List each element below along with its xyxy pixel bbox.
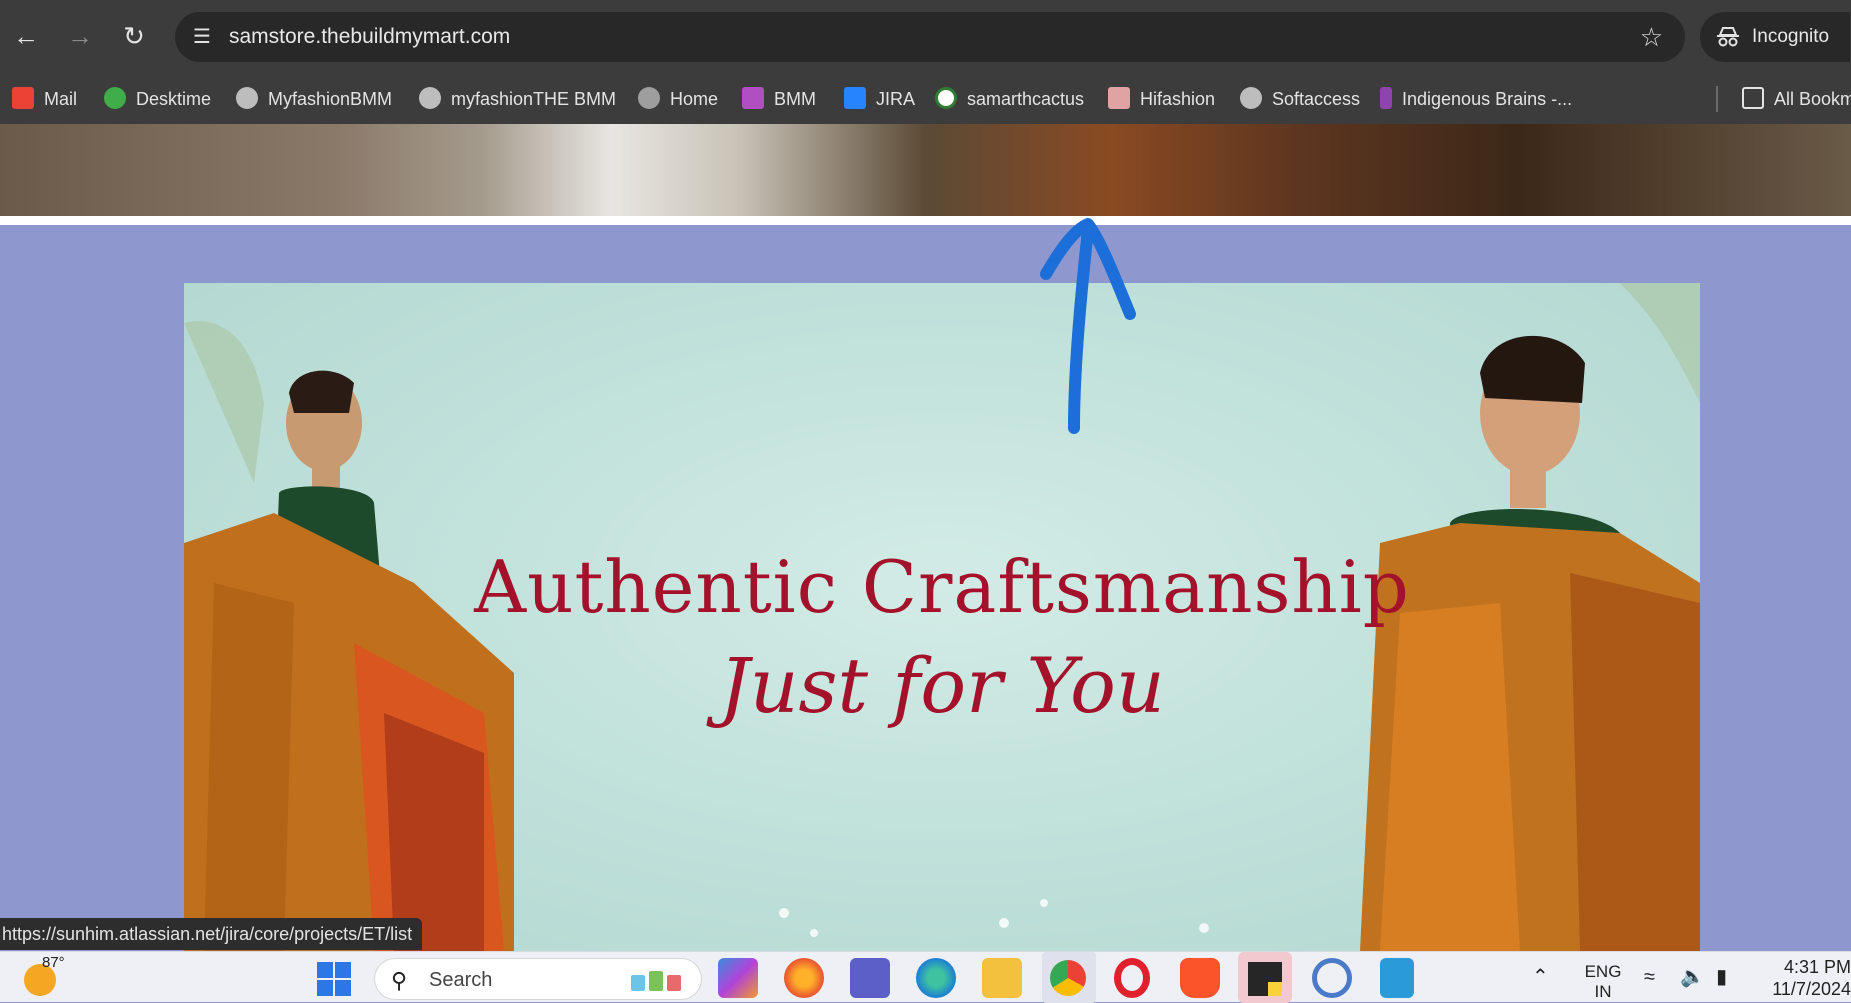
bookmark-myfashion-the-bmm[interactable]: myfashionTHE BMM bbox=[419, 76, 616, 122]
sticky-notes-taskbar-button[interactable] bbox=[1238, 952, 1292, 1003]
annotation-arrow-icon bbox=[1040, 218, 1136, 434]
globe-icon bbox=[236, 87, 258, 110]
bookmark-mail[interactable]: Mail bbox=[12, 76, 77, 122]
firefox-icon[interactable] bbox=[784, 958, 824, 998]
copilot-icon[interactable] bbox=[718, 958, 758, 998]
hifashion-icon bbox=[1108, 87, 1130, 110]
weather-temp[interactable]: 87° bbox=[42, 954, 65, 971]
bookmark-indigenous-brains[interactable]: Indigenous Brains -... bbox=[1380, 76, 1572, 122]
edge-icon[interactable] bbox=[916, 958, 956, 998]
incognito-badge[interactable]: Incognito bbox=[1700, 12, 1850, 62]
bookmark-samarthcactus[interactable]: samarthcactus bbox=[935, 76, 1084, 122]
browser-chrome: ← → ↻ ☰ samstore.thebuildmymart.com ☆ In… bbox=[0, 0, 1851, 124]
banner-flowers-decoration bbox=[779, 899, 1209, 937]
chrome-taskbar-button[interactable] bbox=[1042, 952, 1096, 1003]
hero-image-strip bbox=[0, 124, 1851, 216]
cactus-icon bbox=[935, 87, 957, 110]
search-highlight-icon bbox=[627, 967, 687, 993]
craftsmanship-banner[interactable]: Authentic Craftsmanship Just for You bbox=[184, 283, 1700, 951]
taskbar: 87° ⚲ Search ⌃ ENG IN ≈ 🔈 ▮ 4:31 PM 11/7… bbox=[0, 951, 1851, 1003]
windows-start-icon[interactable] bbox=[316, 961, 352, 997]
volume-icon[interactable]: 🔈 bbox=[1680, 952, 1705, 1003]
folder-icon bbox=[1742, 87, 1764, 110]
site-settings-icon[interactable]: ☰ bbox=[189, 24, 215, 50]
language-indicator[interactable]: ENG IN bbox=[1580, 962, 1626, 1002]
show-hidden-icons-icon[interactable]: ⌃ bbox=[1532, 952, 1549, 1003]
battery-icon[interactable]: ▮ bbox=[1716, 952, 1727, 1003]
clock-time: 4:31 PM bbox=[1783, 957, 1851, 977]
back-icon[interactable]: ← bbox=[8, 18, 44, 54]
file-explorer-icon[interactable] bbox=[982, 958, 1022, 998]
globe-icon bbox=[638, 87, 660, 110]
screen-tool-icon[interactable] bbox=[1312, 958, 1352, 998]
bookmark-bmm[interactable]: BMM bbox=[742, 76, 816, 122]
bookmark-hifashion[interactable]: Hifashion bbox=[1108, 76, 1215, 122]
taskbar-search[interactable]: ⚲ Search bbox=[374, 958, 702, 1000]
browser-toolbar: ← → ↻ ☰ samstore.thebuildmymart.com ☆ In… bbox=[0, 0, 1851, 74]
bookmark-star-icon[interactable]: ☆ bbox=[1640, 22, 1663, 53]
notepad-icon[interactable] bbox=[1380, 958, 1414, 998]
opera-icon[interactable] bbox=[1114, 958, 1150, 998]
jira-icon bbox=[844, 87, 866, 110]
bookmark-myfashionbmm[interactable]: MyfashionBMM bbox=[236, 76, 392, 122]
search-icon: ⚲ bbox=[391, 968, 408, 993]
chrome-icon bbox=[1050, 960, 1086, 996]
bookmark-softaccess[interactable]: Softaccess bbox=[1240, 76, 1360, 122]
banner-subheadline: Just for You bbox=[719, 641, 1165, 730]
search-label: Search bbox=[429, 969, 493, 991]
bmm-icon bbox=[742, 87, 764, 110]
section-divider bbox=[0, 216, 1851, 225]
incognito-label: Incognito bbox=[1752, 26, 1830, 47]
indigenous-icon bbox=[1380, 87, 1392, 110]
forward-icon[interactable]: → bbox=[62, 18, 98, 54]
bookmark-home[interactable]: Home bbox=[638, 76, 718, 122]
bookmark-all-bookmarks[interactable]: All Bookm bbox=[1742, 76, 1851, 122]
wifi-icon[interactable]: ≈ bbox=[1644, 952, 1655, 1003]
incognito-icon bbox=[1717, 27, 1739, 47]
bookmark-jira[interactable]: JIRA bbox=[844, 76, 915, 122]
gmail-icon bbox=[12, 87, 34, 110]
clock-date: 11/7/2024 bbox=[1772, 979, 1851, 999]
page-section: Authentic Craftsmanship Just for You bbox=[0, 225, 1851, 951]
reload-icon[interactable]: ↻ bbox=[116, 18, 152, 54]
globe-icon bbox=[1240, 87, 1262, 110]
banner-headline: Authentic Craftsmanship bbox=[474, 545, 1410, 629]
desktime-icon bbox=[104, 87, 126, 110]
system-clock[interactable]: 4:31 PM 11/7/2024 bbox=[1755, 956, 1851, 1000]
address-bar[interactable]: ☰ samstore.thebuildmymart.com ☆ bbox=[175, 12, 1685, 62]
url-text[interactable]: samstore.thebuildmymart.com bbox=[229, 25, 510, 49]
teams-icon[interactable] bbox=[850, 958, 890, 998]
bookmarks-divider bbox=[1716, 86, 1718, 112]
status-bar-url: https://sunhim.atlassian.net/jira/core/p… bbox=[0, 918, 423, 950]
globe-icon bbox=[419, 87, 441, 110]
brave-icon[interactable] bbox=[1180, 958, 1220, 998]
bookmark-desktime[interactable]: Desktime bbox=[104, 76, 211, 122]
bookmarks-bar: Mail Desktime MyfashionBMM myfashionTHE … bbox=[0, 76, 1851, 122]
